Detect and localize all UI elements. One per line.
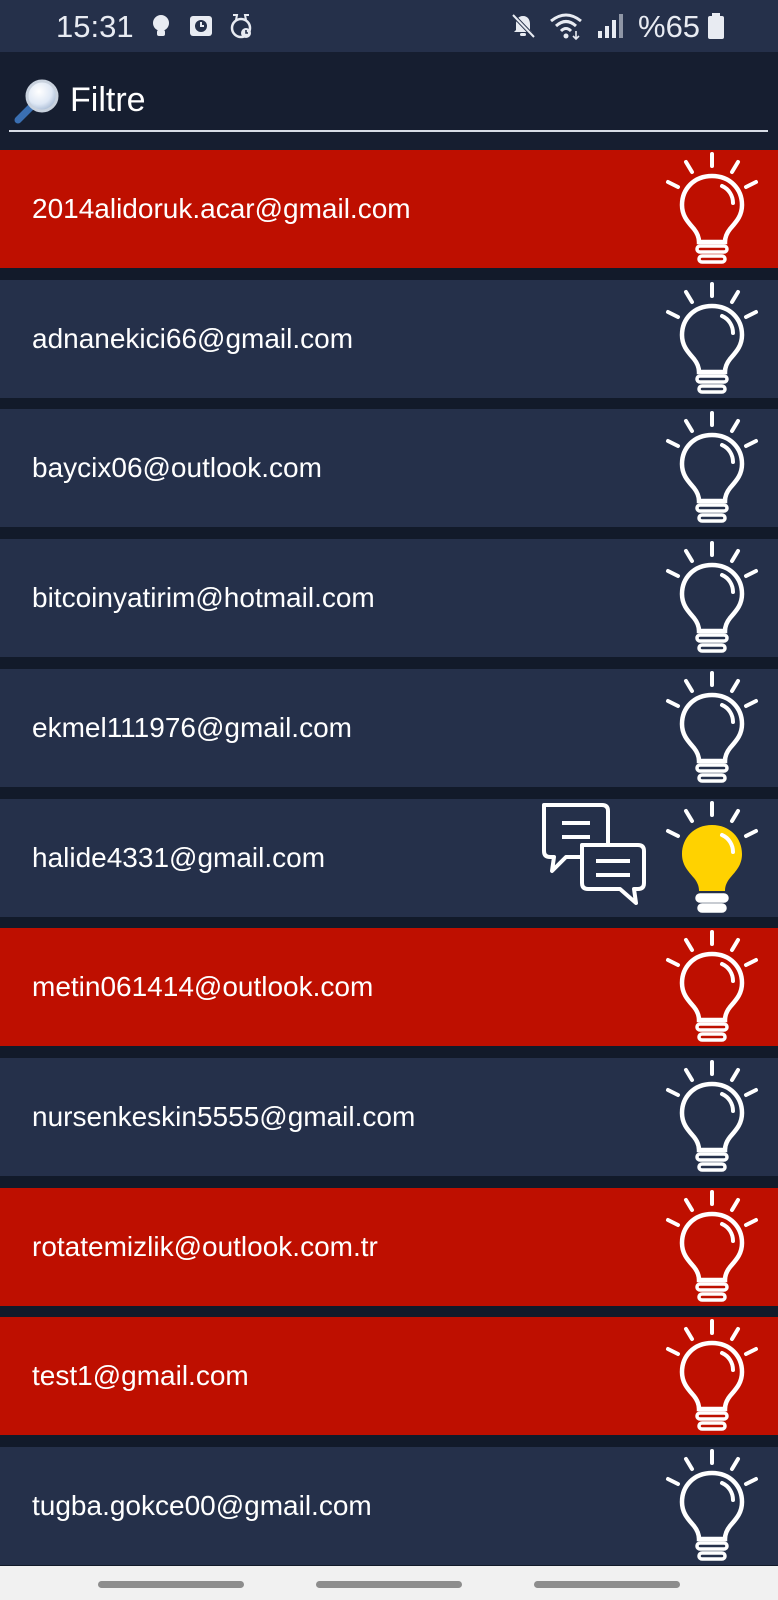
chat-bubbles-icon[interactable] (538, 799, 652, 917)
lightbulb-icon[interactable] (664, 671, 760, 787)
lightbulb-icon[interactable] (664, 411, 760, 527)
contact-email: halide4331@gmail.com (32, 842, 326, 873)
contact-email: 2014alidoruk.acar@gmail.com (32, 193, 411, 224)
contact-email: test1@gmail.com (32, 1360, 249, 1391)
wifi-icon (550, 13, 582, 41)
signal-icon (598, 14, 623, 38)
contact-email: metin061414@outlook.com (32, 971, 374, 1002)
contact-row[interactable]: metin061414@outlook.com (0, 928, 778, 1046)
contact-email: adnanekici66@gmail.com (32, 323, 354, 354)
contact-email: ekmel111976@gmail.com (32, 712, 352, 743)
contact-email: rotatemizlik@outlook.com.tr (32, 1231, 378, 1262)
bulb-notification-icon (153, 15, 169, 36)
magnifier-icon (14, 79, 59, 124)
contact-row[interactable]: rotatemizlik@outlook.com.tr (0, 1188, 778, 1306)
filter-underline (9, 130, 768, 132)
lightbulb-lit-icon[interactable] (664, 801, 760, 917)
contact-email: bitcoinyatirim@hotmail.com (32, 582, 375, 613)
filter-input[interactable] (70, 78, 750, 122)
mute-icon (511, 13, 536, 39)
lightbulb-icon[interactable] (664, 152, 760, 268)
search-bar (0, 52, 778, 150)
contact-row[interactable]: ekmel111976@gmail.com (0, 669, 778, 787)
contact-row[interactable]: tugba.gokce00@gmail.com (0, 1447, 778, 1565)
alarm-notification-icon (230, 14, 252, 39)
lightbulb-icon[interactable] (664, 282, 760, 398)
contact-email: tugba.gokce00@gmail.com (32, 1490, 372, 1521)
nav-back-button[interactable] (534, 1581, 680, 1588)
battery-icon (708, 13, 724, 39)
contact-email: nursenkeskin5555@gmail.com (32, 1101, 416, 1132)
contact-row[interactable]: adnanekici66@gmail.com (0, 280, 778, 398)
lightbulb-icon[interactable] (664, 1060, 760, 1176)
contact-row[interactable]: nursenkeskin5555@gmail.com (0, 1058, 778, 1176)
lightbulb-icon[interactable] (664, 930, 760, 1046)
lightbulb-icon[interactable] (664, 1190, 760, 1306)
nav-home-button[interactable] (316, 1581, 462, 1588)
battery-percentage: %65 (638, 9, 701, 44)
status-bar: 15:31 %65 (0, 0, 778, 52)
nav-recents-button[interactable] (98, 1581, 244, 1588)
navigation-bar (0, 1566, 778, 1600)
lightbulb-icon[interactable] (664, 1319, 760, 1435)
contact-row[interactable]: test1@gmail.com (0, 1317, 778, 1435)
contact-row[interactable]: baycix06@outlook.com (0, 409, 778, 527)
contact-row[interactable]: bitcoinyatirim@hotmail.com (0, 539, 778, 657)
contact-row[interactable]: halide4331@gmail.com (0, 799, 778, 917)
contact-row[interactable]: 2014alidoruk.acar@gmail.com (0, 150, 778, 268)
contact-email: baycix06@outlook.com (32, 452, 322, 483)
status-time: 15:31 (56, 9, 134, 44)
lightbulb-icon[interactable] (664, 541, 760, 657)
lightbulb-icon[interactable] (664, 1449, 760, 1565)
photo-notification-icon (190, 16, 212, 36)
